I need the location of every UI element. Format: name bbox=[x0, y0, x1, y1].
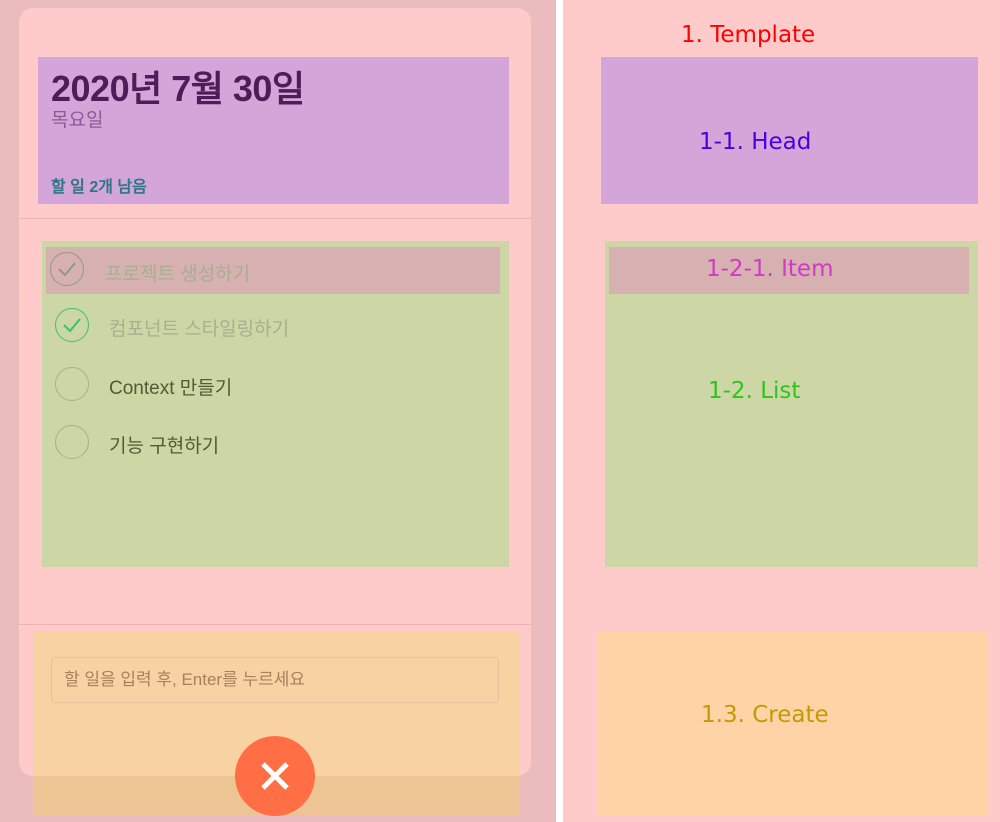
diagram-canvas: 2020년 7월 30일 목요일 할 일 2개 남음 프로젝트 생성하기 컴포넌… bbox=[0, 0, 1000, 822]
todo-item[interactable]: 컴포넌트 스타일링하기 bbox=[50, 302, 504, 350]
todo-item[interactable]: Context 만들기 bbox=[50, 361, 504, 409]
todo-item-text: 기능 구현하기 bbox=[109, 436, 220, 457]
new-todo-input[interactable] bbox=[51, 657, 499, 703]
todo-item-text: 프로젝트 생성하기 bbox=[105, 264, 251, 285]
empty-circle-icon[interactable] bbox=[55, 367, 89, 401]
create-divider bbox=[19, 624, 531, 625]
todo-item[interactable]: 프로젝트 생성하기 bbox=[46, 247, 500, 294]
todo-item-text: Context 만들기 bbox=[109, 378, 233, 399]
panel-separator bbox=[556, 0, 563, 822]
check-circle-icon[interactable] bbox=[50, 252, 84, 286]
empty-circle-icon[interactable] bbox=[55, 425, 89, 459]
close-icon bbox=[261, 762, 289, 790]
head-divider bbox=[19, 218, 531, 219]
check-circle-icon[interactable] bbox=[55, 308, 89, 342]
tasks-left-label: 할 일 2개 남음 bbox=[51, 179, 147, 196]
todo-list: 프로젝트 생성하기 컴포넌트 스타일링하기 Context 만들기 기능 구현하… bbox=[42, 241, 509, 567]
todo-item[interactable]: 기능 구현하기 bbox=[50, 419, 504, 467]
head-label: 1-1. Head bbox=[699, 129, 812, 155]
create-label: 1.3. Create bbox=[701, 702, 829, 728]
item-label: 1-2-1. Item bbox=[706, 256, 834, 282]
weekday-label: 목요일 bbox=[51, 110, 104, 131]
close-button[interactable] bbox=[235, 736, 315, 816]
template-label: 1. Template bbox=[681, 22, 816, 48]
todo-head: 2020년 7월 30일 목요일 할 일 2개 남음 bbox=[38, 57, 509, 204]
list-label: 1-2. List bbox=[708, 378, 801, 404]
todo-item-text: 컴포넌트 스타일링하기 bbox=[109, 319, 290, 340]
